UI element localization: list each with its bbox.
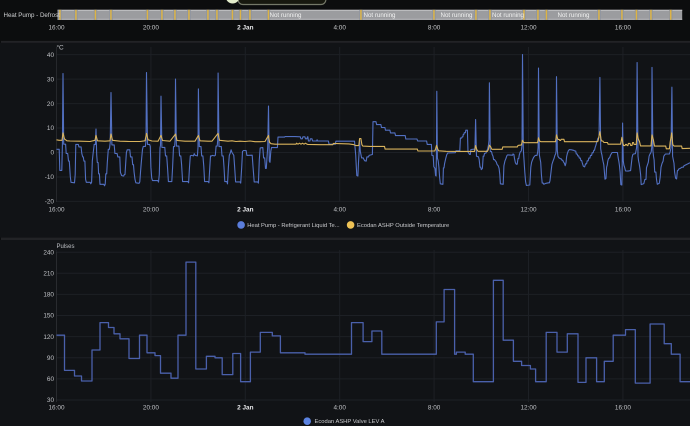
svg-text:Not running: Not running bbox=[270, 12, 303, 19]
svg-text:12:00: 12:00 bbox=[521, 25, 537, 32]
svg-text:20:00: 20:00 bbox=[143, 207, 159, 214]
svg-text:8:00: 8:00 bbox=[428, 405, 441, 412]
svg-text:90: 90 bbox=[47, 355, 55, 362]
svg-text:180: 180 bbox=[43, 292, 54, 299]
svg-text:Not running: Not running bbox=[558, 12, 591, 19]
svg-text:Ecodan ASHP Valve LEV A: Ecodan ASHP Valve LEV A bbox=[315, 419, 385, 425]
svg-text:210: 210 bbox=[43, 271, 54, 278]
svg-text:0: 0 bbox=[50, 150, 54, 157]
svg-text:Not running: Not running bbox=[364, 12, 397, 19]
svg-text:Not running: Not running bbox=[441, 12, 474, 19]
svg-text:16:00: 16:00 bbox=[49, 25, 65, 32]
svg-text:4:00: 4:00 bbox=[333, 25, 346, 32]
svg-text:16:00: 16:00 bbox=[615, 25, 631, 32]
svg-text:120: 120 bbox=[43, 334, 54, 341]
svg-text:12:00: 12:00 bbox=[521, 405, 537, 412]
svg-text:-20: -20 bbox=[45, 199, 55, 206]
svg-text:16:00: 16:00 bbox=[49, 207, 65, 214]
svg-text:40: 40 bbox=[47, 52, 55, 59]
svg-text:2 Jan: 2 Jan bbox=[237, 405, 253, 412]
svg-text:°C: °C bbox=[57, 44, 65, 52]
svg-text:Heat Pump - Refrigerant Liquid: Heat Pump - Refrigerant Liquid Te... bbox=[247, 223, 340, 229]
svg-text:16:00: 16:00 bbox=[615, 207, 631, 214]
svg-text:20:00: 20:00 bbox=[143, 25, 159, 32]
svg-text:Pulses: Pulses bbox=[57, 244, 75, 250]
svg-text:30: 30 bbox=[47, 76, 55, 83]
svg-text:-10: -10 bbox=[45, 174, 55, 181]
svg-text:8:00: 8:00 bbox=[428, 25, 441, 32]
svg-text:8:00: 8:00 bbox=[428, 207, 441, 214]
svg-text:4:00: 4:00 bbox=[333, 207, 346, 214]
svg-text:30: 30 bbox=[47, 397, 55, 404]
svg-text:16:00: 16:00 bbox=[49, 405, 65, 412]
svg-text:Heat Pump - Defrost: Heat Pump - Defrost bbox=[4, 12, 61, 19]
svg-text:Not running: Not running bbox=[492, 12, 525, 19]
svg-text:240: 240 bbox=[43, 249, 54, 256]
svg-text:150: 150 bbox=[43, 313, 54, 320]
svg-text:16:00: 16:00 bbox=[615, 405, 631, 412]
svg-text:Ecodan ASHP Outside Temperatur: Ecodan ASHP Outside Temperature bbox=[357, 223, 449, 229]
svg-text:4:00: 4:00 bbox=[333, 405, 346, 412]
svg-text:12:00: 12:00 bbox=[521, 207, 537, 214]
svg-text:2 Jan: 2 Jan bbox=[237, 25, 253, 32]
svg-text:10: 10 bbox=[47, 125, 55, 132]
svg-text:60: 60 bbox=[47, 376, 55, 383]
svg-text:20: 20 bbox=[47, 101, 55, 108]
svg-text:20:00: 20:00 bbox=[143, 405, 159, 412]
svg-text:2 Jan: 2 Jan bbox=[237, 207, 253, 214]
